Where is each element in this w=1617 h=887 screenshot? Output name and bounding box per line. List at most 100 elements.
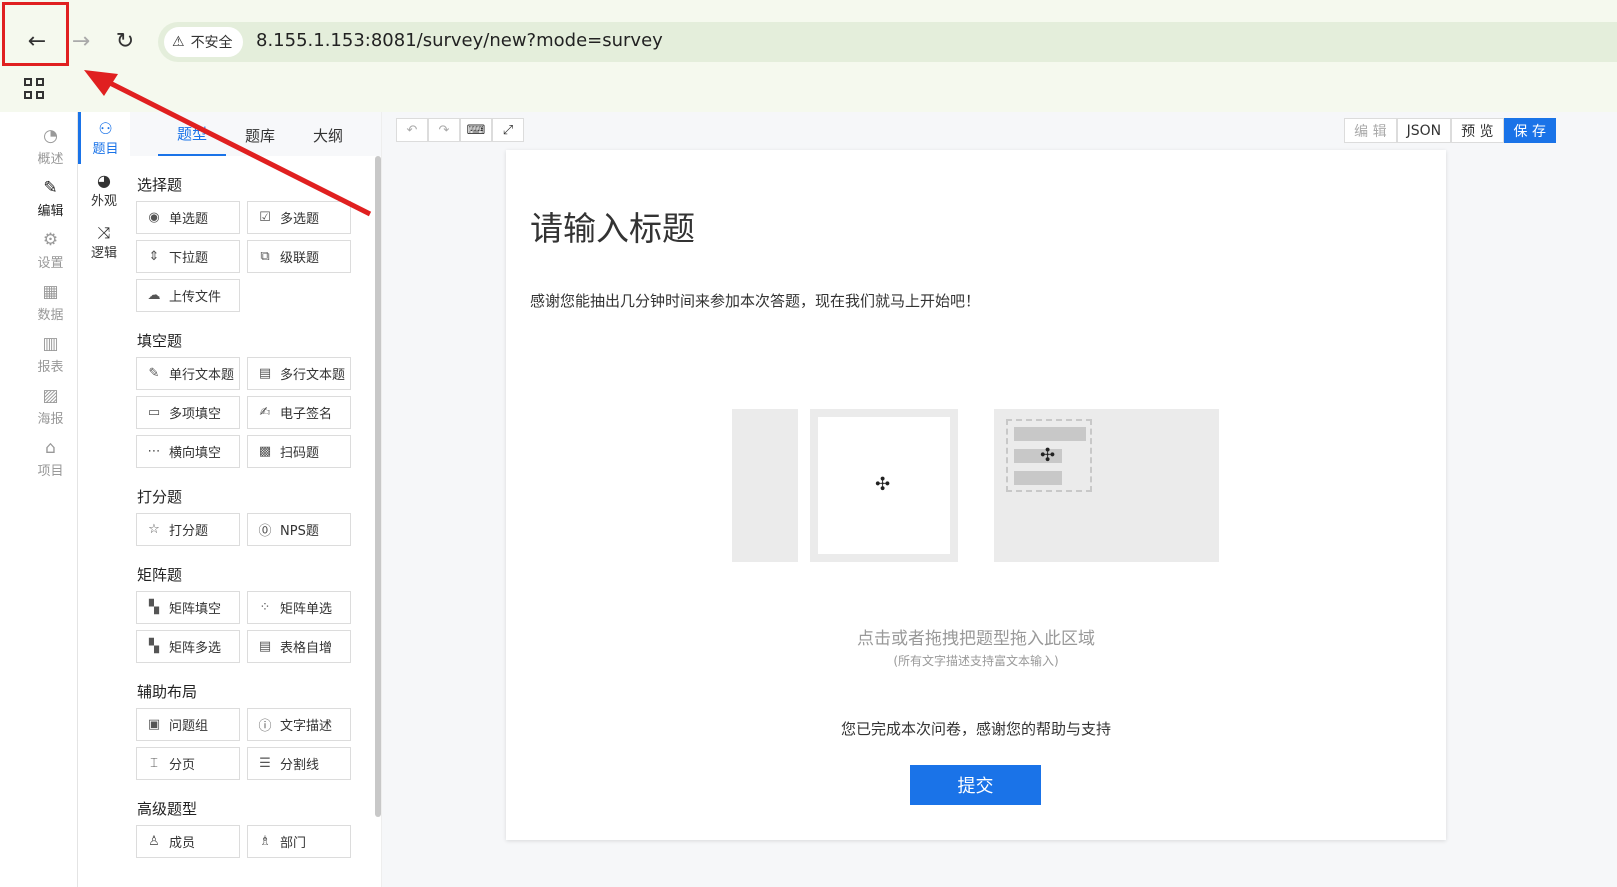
question-type-icon: ▚ [149,639,159,654]
survey-description[interactable]: 感谢您能抽出几分钟时间来参加本次答题，现在我们就马上开始吧！ [530,290,980,311]
image-icon: ▨ [42,385,59,406]
group-title: 矩阵题 [137,566,183,584]
question-type-button[interactable]: ☰ 分割线 [247,747,351,780]
question-type-button[interactable]: ⓘ 文字描述 [247,708,351,741]
redo-button[interactable]: ↷ [428,118,460,142]
arrow-right-icon: → [71,28,91,54]
apps-grid-icon[interactable] [24,78,46,100]
nav-item-overview[interactable]: ◔ 概述 [24,120,77,172]
question-type-icon: ▩ [258,444,272,459]
home-icon: ⌂ [45,437,56,458]
question-type-button[interactable]: ☑ 多选题 [247,201,351,234]
question-type-button[interactable]: ▤ 表格自增 [247,630,351,663]
question-type-label: 打分题 [169,524,209,539]
question-type-grid: ♙ 成员 ♗ 部门 [136,825,376,858]
security-chip[interactable]: ⚠ 不安全 [164,27,243,57]
question-type-button[interactable]: ⌶ 分页 [136,747,240,780]
address-bar[interactable]: ⚠ 不安全 8.155.1.153:8081/survey/new?mode=s… [158,22,1617,62]
panel-tabs: 题型 题库 大纲 [130,112,381,156]
question-type-icon: ⧉ [260,249,270,264]
submit-button[interactable]: 提交 [910,765,1041,805]
question-type-grid: ▣ 问题组 ⓘ 文字描述 ⌶ 分页 ☰ 分割线 [136,708,376,780]
undo-button[interactable]: ↶ [396,118,428,142]
question-type-button[interactable]: ♗ 部门 [247,825,351,858]
question-type-button[interactable]: ☁ 上传文件 [136,279,240,312]
tool-questions[interactable]: ⚇ 题目 [78,112,130,164]
nav-item-edit[interactable]: ✎ 编辑 [24,172,77,224]
question-type-icon: ✍ [259,405,271,420]
forward-button[interactable]: → [64,24,98,58]
bar-chart-icon: ▥ [42,333,59,354]
question-type-button[interactable]: ⓪ NPS题 [247,513,351,546]
question-type-label: 矩阵填空 [169,602,222,617]
question-type-icon: ▣ [147,717,161,732]
browser-toolbar: ← → ↻ ⚠ 不安全 8.155.1.153:8081/survey/new?… [0,0,1617,112]
question-type-icon: ☆ [148,522,160,537]
editor-canvas: ↶ ↷ ⌨ ⤢ 编 辑 JSON 预 览 保 存 请输入标题 感谢您能抽出几分钟… [382,112,1617,887]
panel-scrollbar[interactable] [375,156,381,817]
nav-label: 概述 [37,151,64,167]
canvas-toolbar-right: 编 辑 JSON 预 览 保 存 [1344,118,1556,143]
nav-item-report[interactable]: ▥ 报表 [24,328,77,380]
question-type-grid: ✎ 单行文本题 ▤ 多行文本题 ▭ 多项填空 ✍ 电子签名 ⋯ 横向填空 ▩ 扫码题 [136,357,376,468]
tab-question-types[interactable]: 题型 [158,123,226,156]
question-type-button[interactable]: ▚ 矩阵多选 [136,630,240,663]
nav-label: 项目 [37,463,64,479]
expand-button[interactable]: ⤢ [492,118,524,142]
security-label: 不安全 [190,35,233,51]
keyboard-icon: ⌨ [466,122,486,138]
question-type-button[interactable]: ◉ 单选题 [136,201,240,234]
nav-label: 设置 [37,255,64,271]
question-type-icon: ▤ [258,639,272,654]
question-type-button[interactable]: ▩ 扫码题 [247,435,351,468]
nav-item-project[interactable]: ⌂ 项目 [24,432,77,484]
questions-icon: ⚇ [98,118,113,138]
annotation-highlight-box [2,2,69,66]
dashboard-icon: ◔ [43,125,58,146]
question-type-button[interactable]: ✎ 单行文本题 [136,357,240,390]
group-title: 高级题型 [137,800,198,818]
nav-label: 报表 [37,359,64,375]
tool-appearance[interactable]: ◕ 外观 [78,164,130,216]
json-button[interactable]: JSON [1396,118,1452,143]
reload-button[interactable]: ↻ [108,24,142,58]
nav-item-data[interactable]: ▦ 数据 [24,276,77,328]
question-type-button[interactable]: ✍ 电子签名 [247,396,351,429]
url-text[interactable]: 8.155.1.153:8081/survey/new?mode=survey [256,30,663,51]
tool-logic[interactable]: ⤨ 逻辑 [78,216,130,268]
question-type-label: 单选题 [169,212,209,227]
gear-icon: ⚙ [42,229,59,250]
tab-outline[interactable]: 大纲 [294,125,362,156]
question-type-label: 横向填空 [169,446,222,461]
drop-zone-hint[interactable]: 点击或者拖拽把题型拖入此区域 [506,624,1446,649]
question-type-label: 级联题 [280,251,320,266]
tab-question-bank[interactable]: 题库 [226,125,294,156]
nav-item-poster[interactable]: ▨ 海报 [24,380,77,432]
question-type-button[interactable]: ▭ 多项填空 [136,396,240,429]
preview-button[interactable]: 预 览 [1451,118,1504,143]
tool-label: 逻辑 [90,245,117,261]
question-type-button[interactable]: ⁘ 矩阵单选 [247,591,351,624]
question-type-button[interactable]: ⋯ 横向填空 [136,435,240,468]
edit-mode-button[interactable]: 编 辑 [1344,118,1397,143]
question-type-button[interactable]: ▤ 多行文本题 [247,357,351,390]
nav-item-settings[interactable]: ⚙ 设置 [24,224,77,276]
tool-label: 外观 [90,193,117,209]
group-title: 填空题 [137,332,183,350]
question-type-icon: ▭ [147,405,161,420]
save-button[interactable]: 保 存 [1503,118,1556,143]
finish-message[interactable]: 您已完成本次问卷，感谢您的帮助与支持 [506,718,1446,739]
question-type-label: 分页 [169,758,196,773]
question-type-label: 问题组 [169,719,209,734]
question-type-button[interactable]: ☆ 打分题 [136,513,240,546]
question-type-button[interactable]: ♙ 成员 [136,825,240,858]
question-type-button[interactable]: ⇕ 下拉题 [136,240,240,273]
survey-title[interactable]: 请输入标题 [530,202,695,250]
question-type-label: 表格自增 [280,641,333,656]
group-title: 打分题 [137,488,183,506]
question-type-grid: ◉ 单选题 ☑ 多选题 ⇕ 下拉题 ⧉ 级联题 ☁ 上传文件 [136,201,376,312]
question-type-button[interactable]: ▚ 矩阵填空 [136,591,240,624]
keyboard-button[interactable]: ⌨ [460,118,492,142]
question-type-button[interactable]: ⧉ 级联题 [247,240,351,273]
question-type-button[interactable]: ▣ 问题组 [136,708,240,741]
